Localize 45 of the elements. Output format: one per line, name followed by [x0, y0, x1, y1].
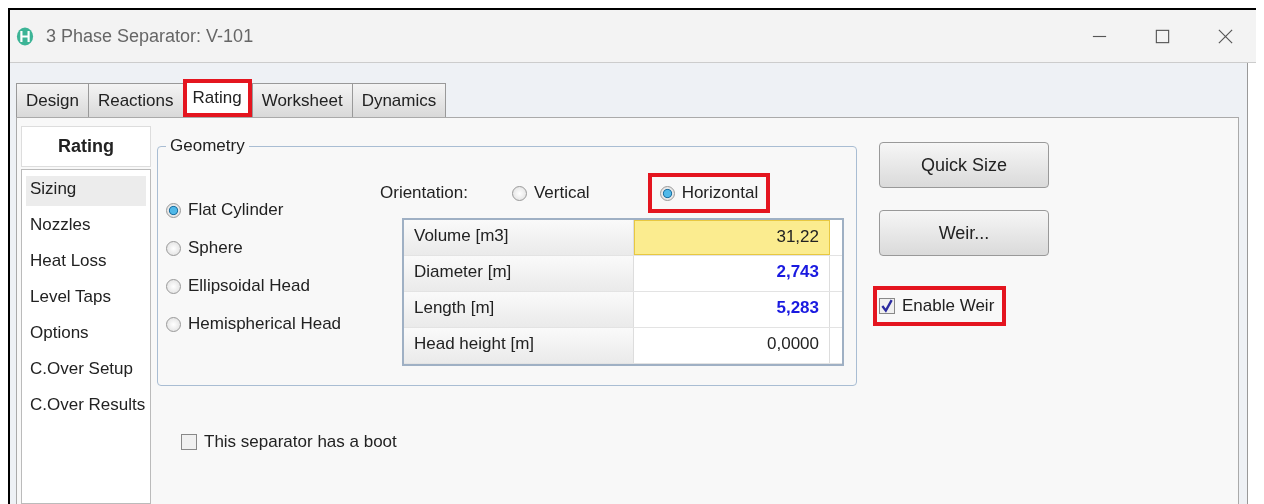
- table-cell: Diameter [m]: [404, 256, 634, 291]
- tab[interactable]: Dynamics: [351, 83, 447, 117]
- sidebar-item[interactable]: C.Over Setup: [26, 356, 146, 386]
- sidebar-item[interactable]: Options: [26, 320, 146, 350]
- checkbox[interactable]: [181, 434, 197, 450]
- radio-button[interactable]: [511, 185, 527, 201]
- sidebar-item[interactable]: Level Taps: [26, 284, 146, 314]
- close-icon[interactable]: [1217, 27, 1234, 45]
- tab[interactable]: Reactions: [87, 83, 184, 117]
- orientation-label: Orientation:: [380, 183, 468, 203]
- radio-label[interactable]: Flat Cylinder: [188, 200, 284, 220]
- action-button[interactable]: Quick Size: [879, 142, 1049, 188]
- checkbox-label[interactable]: Enable Weir: [902, 296, 995, 316]
- value-cell[interactable]: 31,22: [634, 220, 830, 255]
- window-title: 3 Phase Separator: V-101: [46, 25, 254, 47]
- sidebar-item[interactable]: C.Over Results: [26, 392, 146, 422]
- radio-button[interactable]: [166, 202, 181, 218]
- radio-button[interactable]: [166, 278, 181, 294]
- value-cell[interactable]: 2,743: [634, 256, 830, 291]
- action-button[interactable]: Weir...: [879, 210, 1049, 256]
- sidebar-item[interactable]: Nozzles: [26, 212, 146, 242]
- checkbox-label[interactable]: This separator has a boot: [204, 432, 397, 452]
- radio-label[interactable]: Hemispherical Head: [188, 314, 342, 334]
- sidebar-item[interactable]: Sizing: [26, 176, 146, 206]
- tab[interactable]: Design: [16, 83, 89, 117]
- value-cell[interactable]: 5,283: [634, 292, 830, 327]
- radio-button[interactable]: [659, 185, 675, 201]
- table-cell: Length [m]: [404, 292, 634, 327]
- table-cell: Volume [m3]: [404, 220, 634, 255]
- radio-label[interactable]: Horizontal: [681, 183, 759, 203]
- sidebar-header: Rating: [21, 126, 151, 167]
- group-title: Geometry: [169, 136, 246, 156]
- sidebar-item[interactable]: Heat Loss: [26, 248, 146, 278]
- radio-button[interactable]: [166, 240, 181, 256]
- radio-label[interactable]: Ellipsoidal Head: [188, 276, 310, 296]
- radio-label[interactable]: Sphere: [188, 238, 243, 258]
- radio-button[interactable]: [166, 316, 181, 332]
- tab[interactable]: Rating: [182, 79, 252, 117]
- maximize-icon[interactable]: [1154, 27, 1171, 45]
- table-cell: Head height [m]: [404, 328, 634, 363]
- checkbox[interactable]: [879, 298, 895, 314]
- radio-label[interactable]: Vertical: [533, 183, 590, 203]
- app-logo-icon: [16, 25, 34, 47]
- value-cell[interactable]: 0,0000: [634, 328, 830, 363]
- tab[interactable]: Worksheet: [251, 83, 353, 117]
